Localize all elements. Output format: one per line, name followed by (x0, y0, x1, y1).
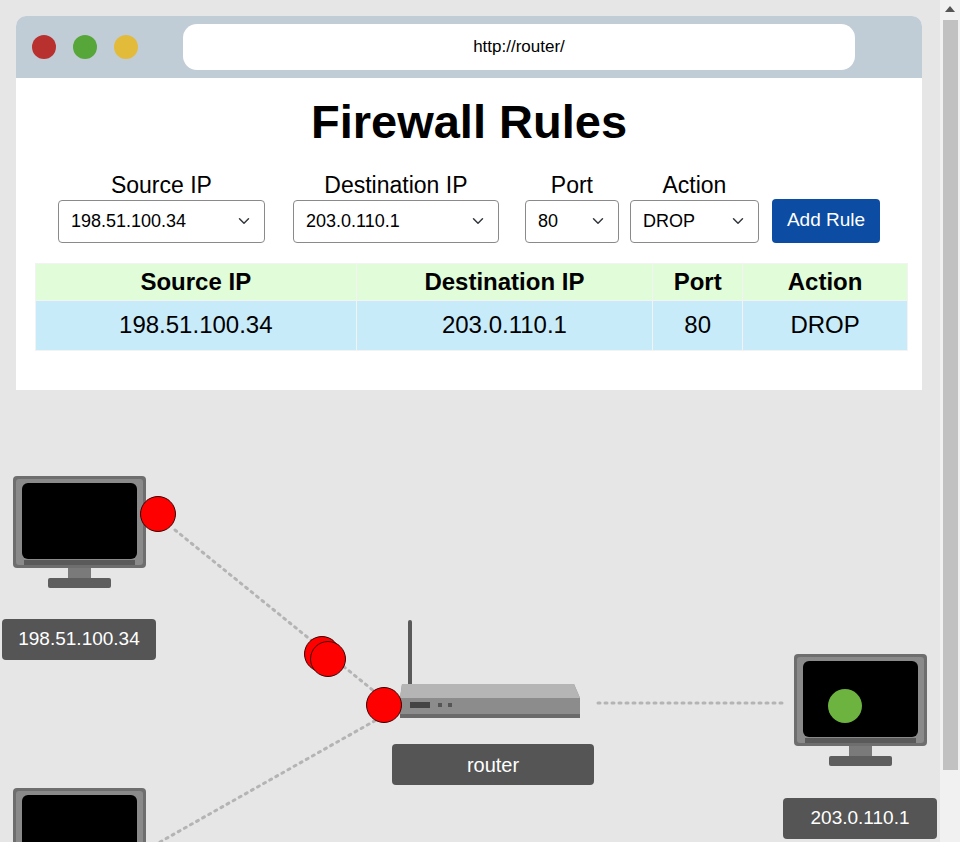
add-rule-button[interactable]: Add Rule (772, 199, 880, 243)
minimize-icon[interactable] (114, 35, 138, 59)
title-bar: http://router/ (16, 16, 922, 78)
form-field: Action DROP (630, 174, 759, 243)
rule-form: Source IP 198.51.100.34 Destination IP 203.… (16, 174, 922, 243)
column-header: Destination IP (357, 264, 653, 300)
computer-icon[interactable] (12, 476, 147, 592)
field-select[interactable]: DROP (630, 200, 759, 243)
router-icon[interactable] (398, 618, 582, 722)
column-header: Source IP (36, 264, 356, 300)
firewall-page: Firewall RulesSource IP198.51.100.34Dest… (16, 78, 922, 390)
maximize-icon[interactable] (73, 35, 97, 59)
computer-icon[interactable] (12, 788, 147, 842)
form-field: Port 80 (525, 174, 619, 243)
network-diagram: 198.51.100.34 router 203.0.110.1 (0, 390, 940, 842)
table-row[interactable]: 198.51.100.34203.0.110.180DROP (36, 301, 907, 350)
column-header: Action (743, 264, 907, 300)
scroll-thumb[interactable] (943, 20, 958, 770)
node-label: 198.51.100.34 (2, 619, 156, 660)
scroll-up-icon[interactable] (945, 6, 955, 12)
form-field: Source IP 198.51.100.34 (58, 174, 265, 243)
browser-window: http://router/Firewall RulesSource IP198… (16, 16, 922, 390)
table-cell: 80 (653, 301, 742, 350)
close-icon[interactable] (32, 35, 56, 59)
page-title: Firewall Rules (16, 96, 922, 148)
packet-dot (828, 689, 862, 723)
field-select[interactable]: 198.51.100.34 (58, 200, 265, 243)
table-cell: 198.51.100.34 (36, 301, 356, 350)
table-header: Source IPDestination IPPortAction (36, 264, 907, 300)
node-label: router (392, 744, 594, 785)
scrollbar[interactable] (940, 0, 960, 842)
packet-dot (310, 641, 346, 677)
field-select[interactable]: 80 (525, 200, 619, 243)
column-header: Port (653, 264, 742, 300)
rules-table: Source IPDestination IPPortAction198.51.… (35, 263, 908, 351)
form-field: Destination IP 203.0.110.1 (293, 174, 499, 243)
field-label: Destination IP (324, 174, 467, 197)
table-cell: 203.0.110.1 (357, 301, 653, 350)
field-label: Action (662, 174, 726, 197)
packet-dot (140, 496, 176, 532)
packet-dot (366, 687, 402, 723)
table-cell: DROP (743, 301, 907, 350)
field-label: Source IP (111, 174, 212, 197)
field-select[interactable]: 203.0.110.1 (293, 200, 499, 243)
node-label: 203.0.110.1 (783, 798, 937, 839)
address-bar[interactable]: http://router/ (183, 24, 855, 70)
field-label: Port (551, 174, 593, 197)
